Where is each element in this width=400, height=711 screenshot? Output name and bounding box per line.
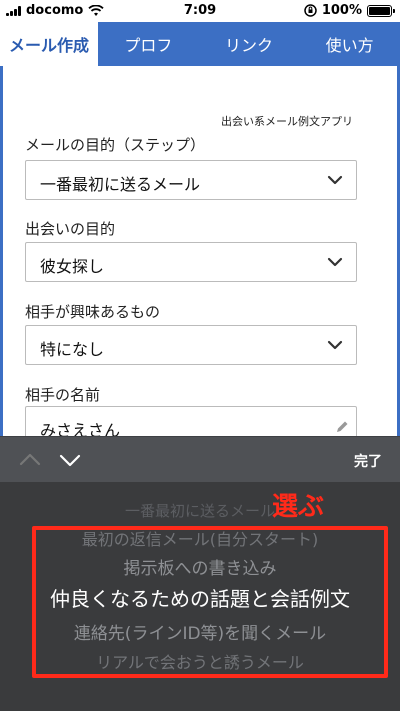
status-right: 100% <box>304 3 395 18</box>
purpose-step-label: メールの目的（ステップ） <box>25 136 206 154</box>
picker-option[interactable]: 一番最初に送るメール <box>0 500 400 521</box>
meeting-purpose-value: 彼女探し <box>40 257 105 276</box>
tab-compose-mail[interactable]: メール作成 <box>0 22 98 66</box>
chevron-up-icon[interactable] <box>18 449 42 471</box>
meeting-purpose-label: 出会いの目的 <box>25 220 116 238</box>
purpose-step-select[interactable]: 一番最初に送るメール <box>25 160 357 200</box>
picker-option[interactable]: 最初の返信メール(自分スタート) <box>0 526 400 550</box>
status-bar: docomo 7:09 100% <box>0 0 400 22</box>
tab-links[interactable]: リンク <box>199 22 300 66</box>
app-subtitle: 出会い系メール例文アプリ <box>221 115 353 128</box>
pencil-icon <box>337 421 348 432</box>
chevron-down-icon <box>327 257 343 267</box>
tab-how-to-use[interactable]: 使い方 <box>299 22 400 66</box>
partner-name-label: 相手の名前 <box>25 386 101 404</box>
tab-profile[interactable]: プロフ <box>98 22 199 66</box>
purpose-step-value: 一番最初に送るメール <box>40 175 201 194</box>
picker-option[interactable]: リアルで会おうと誘うメール <box>0 649 400 673</box>
meeting-purpose-select[interactable]: 彼女探し <box>25 242 357 282</box>
chevron-down-icon <box>327 175 343 185</box>
picker-wheel[interactable]: 一番最初に送るメール 最初の返信メール(自分スタート) 掲示板への書き込み 仲良… <box>0 482 400 711</box>
battery-fill <box>369 6 390 15</box>
annotation-label: 選ぶ <box>272 492 325 522</box>
picker-option[interactable]: 連絡先(ラインID等)を聞くメール <box>0 619 400 644</box>
partner-interest-select[interactable]: 特になし <box>25 325 357 365</box>
partner-interest-label: 相手が興味あるもの <box>25 303 161 321</box>
tab-bar: メール作成 プロフ リンク 使い方 <box>0 22 400 66</box>
done-button[interactable]: 完了 <box>354 451 382 471</box>
partner-interest-value: 特になし <box>40 340 105 359</box>
orientation-lock-icon <box>304 4 317 17</box>
chevron-down-icon <box>327 340 343 350</box>
chevron-down-icon[interactable] <box>58 449 82 471</box>
compose-form: 出会い系メール例文アプリ メールの目的（ステップ） 一番最初に送るメール 出会い… <box>0 66 400 446</box>
picker-toolbar: 完了 <box>0 436 400 482</box>
battery-icon <box>367 4 395 17</box>
picker-option-selected[interactable]: 仲良くなるための話題と会話例文 <box>0 583 400 612</box>
picker-option[interactable]: 掲示板への書き込み <box>0 554 400 579</box>
battery-percent: 100% <box>321 3 362 18</box>
